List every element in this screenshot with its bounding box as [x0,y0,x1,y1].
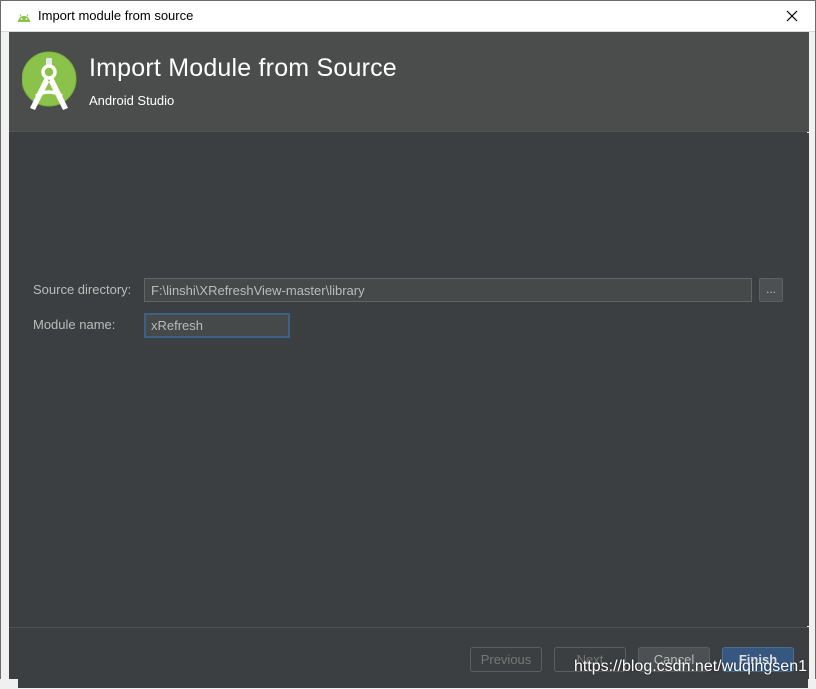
import-module-dialog: Import module from source Import Module … [0,0,816,689]
dialog-subtitle: Android Studio [89,93,175,108]
window-border-left [1,32,9,689]
browse-button[interactable]: ... [759,278,783,302]
dialog-title: Import Module from Source [89,54,397,82]
source-directory-label: Source directory: [33,282,132,297]
source-directory-field[interactable] [144,278,752,302]
title-bar: Import module from source [1,1,815,32]
module-name-label: Module name: [33,317,116,332]
dialog-header: Import Module from Source Android Studio [9,32,809,132]
dialog-content: Source directory: ... Module name: [9,133,809,626]
bottom-edge-shadow [18,679,808,688]
watermark-text: https://blog.csdn.net/wuqingsen1 [573,658,807,675]
close-button[interactable] [779,5,805,27]
previous-button[interactable]: Previous [470,647,542,672]
bottom-edge [0,679,816,689]
module-name-field[interactable] [144,313,290,338]
close-icon[interactable] [786,10,798,22]
android-studio-logo-icon [21,50,78,112]
android-icon [16,9,32,23]
window-title: Import module from source [38,8,194,23]
